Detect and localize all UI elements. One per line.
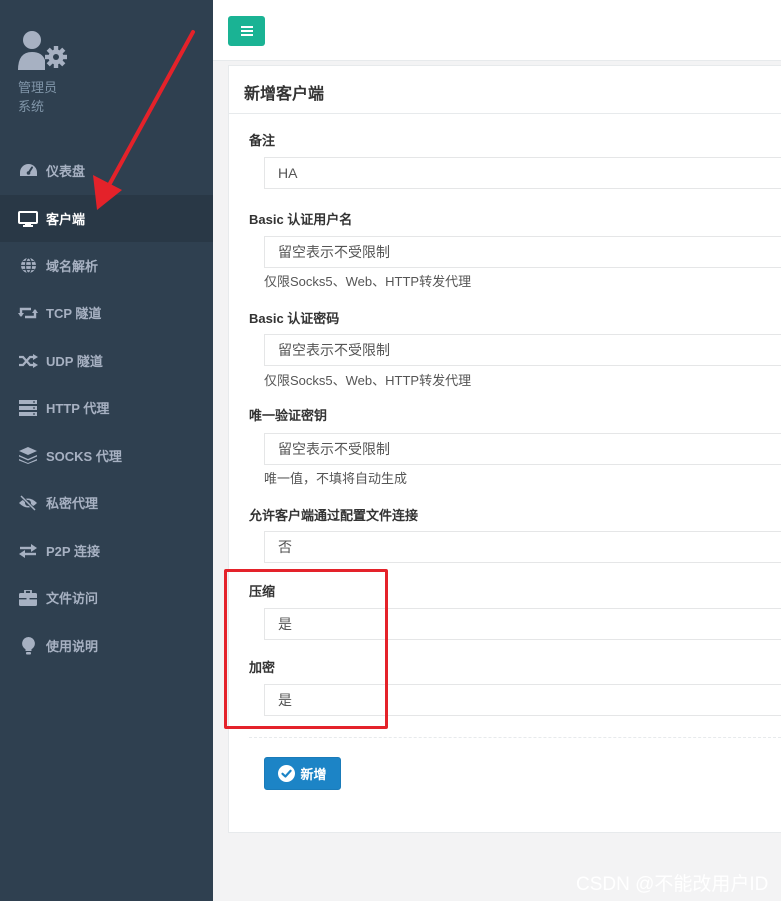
red-arrow	[93, 30, 195, 210]
watermark: CSDN @不能改用户ID	[576, 874, 769, 895]
